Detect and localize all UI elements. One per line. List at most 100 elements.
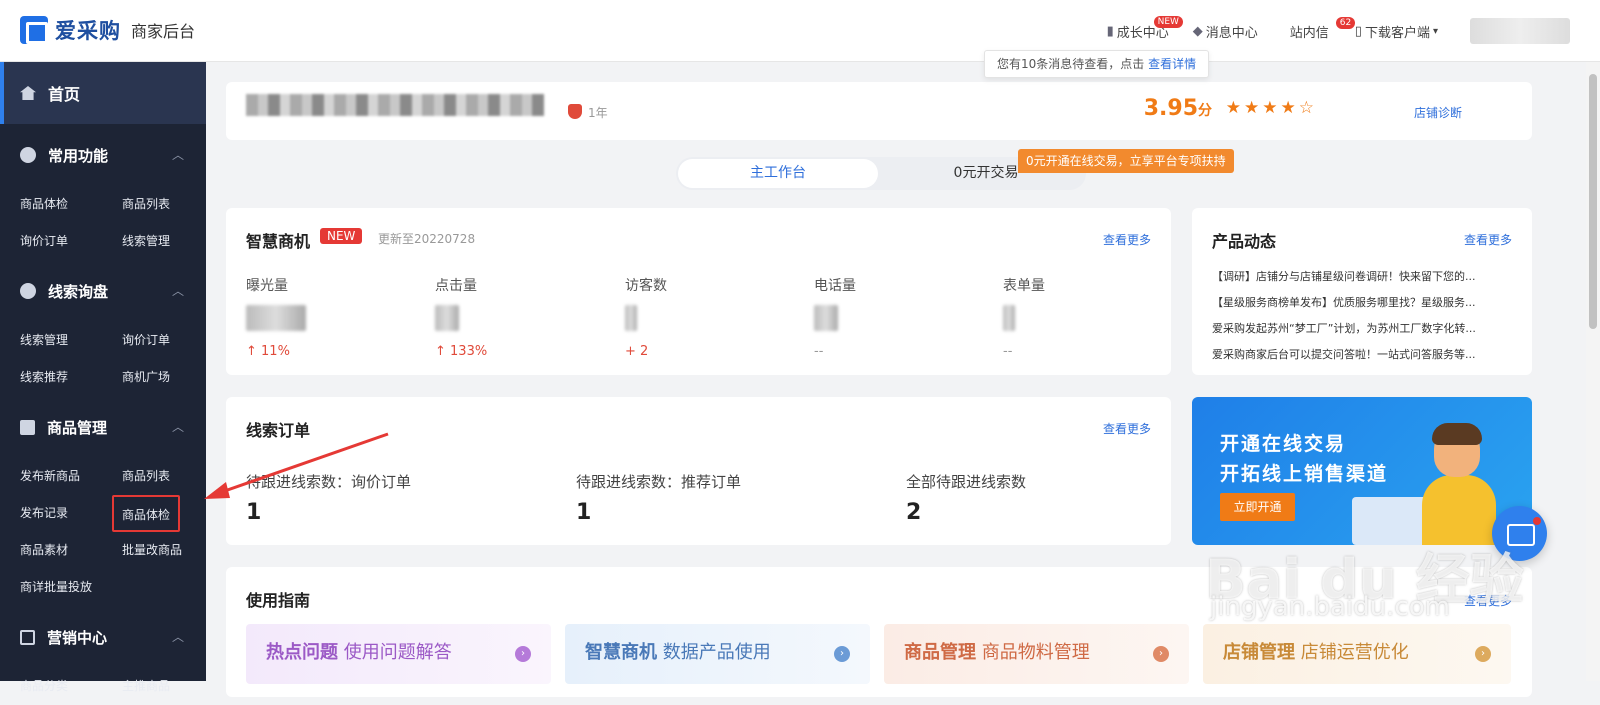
top-bar: 爱采购 商家后台 ▮ 成长中心 NEW ◆ 消息中心 站内信 62 ▯ 下载客户…	[0, 0, 1600, 62]
chevron-up-icon: ︿	[171, 148, 184, 162]
guide-card-desc: 数据产品使用	[662, 642, 771, 663]
sidebar-item-product-category[interactable]: 商品分类	[20, 668, 122, 705]
update-date: 更新至20220728	[378, 232, 476, 246]
metric-calls: 电话量 --	[814, 275, 994, 359]
lead-stat[interactable]: 待跟进线索数：推荐订单 1	[576, 471, 741, 525]
metric-value-redacted	[435, 305, 459, 331]
sidebar-item-batch-detail-publish[interactable]: 商详批量投放	[20, 569, 122, 606]
search-icon	[20, 283, 36, 299]
download-client-link[interactable]: ▯ 下载客户端 ▾	[1355, 22, 1438, 41]
guide-card-title: 热点问题	[266, 642, 338, 663]
view-more-link[interactable]: 查看更多	[1103, 420, 1151, 437]
sidebar-group-leads[interactable]: 线索询盘 ︿	[0, 260, 206, 322]
product-news-card: 产品动态 查看更多 【调研】店铺分与店铺星级问卷调研！快来留下您的... 【星级…	[1192, 208, 1532, 375]
download-client-label: 下载客户端	[1364, 25, 1430, 41]
chevron-up-icon: ︿	[171, 284, 184, 298]
metric-label: 曝光量	[246, 278, 288, 294]
guide-card-shop-management[interactable]: 店铺管理 店铺运营优化 ›	[1203, 624, 1511, 684]
metric-value-redacted	[814, 305, 838, 331]
message-tooltip-text: 您有10条消息待查看，点击	[997, 57, 1145, 71]
news-item[interactable]: 【调研】店铺分与店铺星级问卷调研！快来留下您的...	[1212, 264, 1512, 290]
shop-years: 1年	[588, 106, 608, 120]
annotation-arrow	[204, 432, 389, 499]
card-title: 产品动态	[1212, 232, 1277, 251]
sidebar-item-inquiry-orders[interactable]: 询价订单	[20, 223, 122, 260]
sidebar-group-title: 营销中心	[47, 628, 108, 647]
metric-forms: 表单量 --	[1003, 275, 1183, 359]
lead-stat[interactable]: 全部待跟进线索数 2	[906, 471, 1026, 525]
sidebar-group-title: 商品管理	[47, 418, 108, 437]
shop-diagnose-link[interactable]: 店铺诊断	[1414, 104, 1462, 121]
banner-subheadline: 开拓线上销售渠道	[1220, 463, 1389, 485]
news-item[interactable]: 【星级服务商榜单发布】优质服务哪里找？星级服务...	[1212, 290, 1512, 316]
sidebar-group-common[interactable]: 常用功能 ︿	[0, 124, 206, 186]
lead-stat-value: 1	[576, 500, 592, 525]
chevron-right-icon: ›	[834, 646, 850, 662]
metric-change: ↑ 11%	[246, 344, 290, 359]
metric-label: 点击量	[435, 278, 477, 294]
vertical-scrollbar[interactable]	[1586, 62, 1600, 681]
chevron-down-icon: ▾	[1432, 25, 1438, 37]
sidebar-home-label: 首页	[48, 85, 81, 104]
metric-exposure: 曝光量 ↑ 11%	[246, 275, 426, 359]
guide-card-product-management[interactable]: 商品管理 商品物料管理 ›	[884, 624, 1189, 684]
person-illustration	[1422, 423, 1496, 545]
shop-score: 3.95分	[1144, 96, 1212, 121]
chevron-right-icon: ›	[1153, 646, 1169, 662]
news-item[interactable]: 爱采购发起苏州“梦工厂”计划，为苏州工厂数字化转...	[1212, 316, 1512, 342]
guide-card-desc: 商品物料管理	[981, 642, 1090, 663]
guide-card-title: 智慧商机	[585, 642, 657, 663]
sidebar-group-marketing[interactable]: 营销中心 ︿	[0, 606, 206, 668]
sidebar-item-product-materials[interactable]: 商品素材	[20, 532, 122, 569]
card-title: 智慧商机	[246, 232, 311, 251]
sidebar-item-product-check[interactable]: 商品体检	[20, 186, 122, 223]
metric-value-redacted	[1003, 305, 1015, 331]
growth-center-link[interactable]: ▮ 成长中心 NEW	[1107, 15, 1183, 41]
message-center-label: 消息中心	[1205, 25, 1258, 41]
metric-label: 电话量	[814, 278, 856, 294]
sidebar-item-product-check-highlighted[interactable]: 商品体检	[112, 495, 181, 532]
banner-headline: 开通在线交易	[1220, 433, 1347, 455]
rating-stars: ★★★★☆	[1225, 98, 1317, 118]
metric-change: ↑ 133%	[435, 344, 488, 359]
guide-card-desc: 使用问题解答	[343, 642, 452, 663]
smart-business-card: 智慧商机 NEW 更新至20220728 查看更多 曝光量 ↑ 11% 点击量 …	[226, 208, 1171, 375]
sidebar-group-title: 常用功能	[48, 146, 109, 165]
guide-card-title: 店铺管理	[1223, 642, 1295, 663]
sidebar-item-publish-records[interactable]: 发布记录	[20, 495, 122, 532]
message-center-link[interactable]: ◆ 消息中心	[1193, 22, 1258, 41]
guide-card-hot-questions[interactable]: 热点问题 使用问题解答 ›	[246, 624, 551, 684]
guide-card-smart-business[interactable]: 智慧商机 数据产品使用 ›	[565, 624, 870, 684]
clock-icon	[20, 147, 36, 163]
news-item[interactable]: 爱采购商家后台可以提交问答啦！一站式问答服务等...	[1212, 342, 1512, 368]
bag-icon	[20, 419, 35, 435]
user-account-menu[interactable]	[1470, 18, 1570, 44]
sidebar-item-home[interactable]: 首页	[0, 62, 206, 124]
metric-change: + 2	[625, 344, 649, 359]
tab-main-workspace[interactable]: 主工作台	[678, 159, 878, 188]
online-trade-banner[interactable]: 开通在线交易 开拓线上销售渠道 立即开通	[1192, 397, 1532, 545]
view-details-link[interactable]: 查看详情	[1148, 57, 1196, 71]
sidebar-item-lead-recommend[interactable]: 线索推荐	[20, 359, 122, 396]
sidebar-item-publish-product[interactable]: 发布新商品	[20, 458, 122, 495]
chevron-up-icon: ︿	[171, 630, 184, 644]
scrollbar-thumb[interactable]	[1589, 74, 1597, 329]
device-icon: ▯	[1354, 23, 1362, 39]
shop-score-value: 3.95	[1143, 96, 1198, 121]
open-now-button[interactable]: 立即开通	[1220, 493, 1295, 521]
metric-label: 表单量	[1003, 278, 1045, 294]
new-badge: NEW	[320, 228, 363, 244]
lead-stat-label: 全部待跟进线索数	[906, 473, 1027, 491]
message-tooltip: 您有10条消息待查看，点击 查看详情	[984, 50, 1210, 78]
sidebar-item-lead-management[interactable]: 线索管理	[20, 322, 122, 359]
shop-score-unit: 分	[1198, 103, 1212, 119]
view-more-link[interactable]: 查看更多	[1464, 231, 1512, 248]
metric-change: --	[814, 344, 824, 359]
sidebar-group-products[interactable]: 商品管理 ︿	[0, 396, 206, 458]
sidebar: 首页 常用功能 ︿ 商品体检 商品列表 询价订单 线索管理 线索询盘 ︿ 线索管…	[0, 62, 206, 693]
logo-text: 爱采购	[55, 19, 121, 43]
home-icon	[20, 86, 36, 100]
logo[interactable]: 爱采购 商家后台	[20, 15, 195, 45]
view-more-link[interactable]: 查看更多	[1103, 231, 1151, 248]
inbox-link[interactable]: 站内信 62	[1290, 16, 1356, 41]
